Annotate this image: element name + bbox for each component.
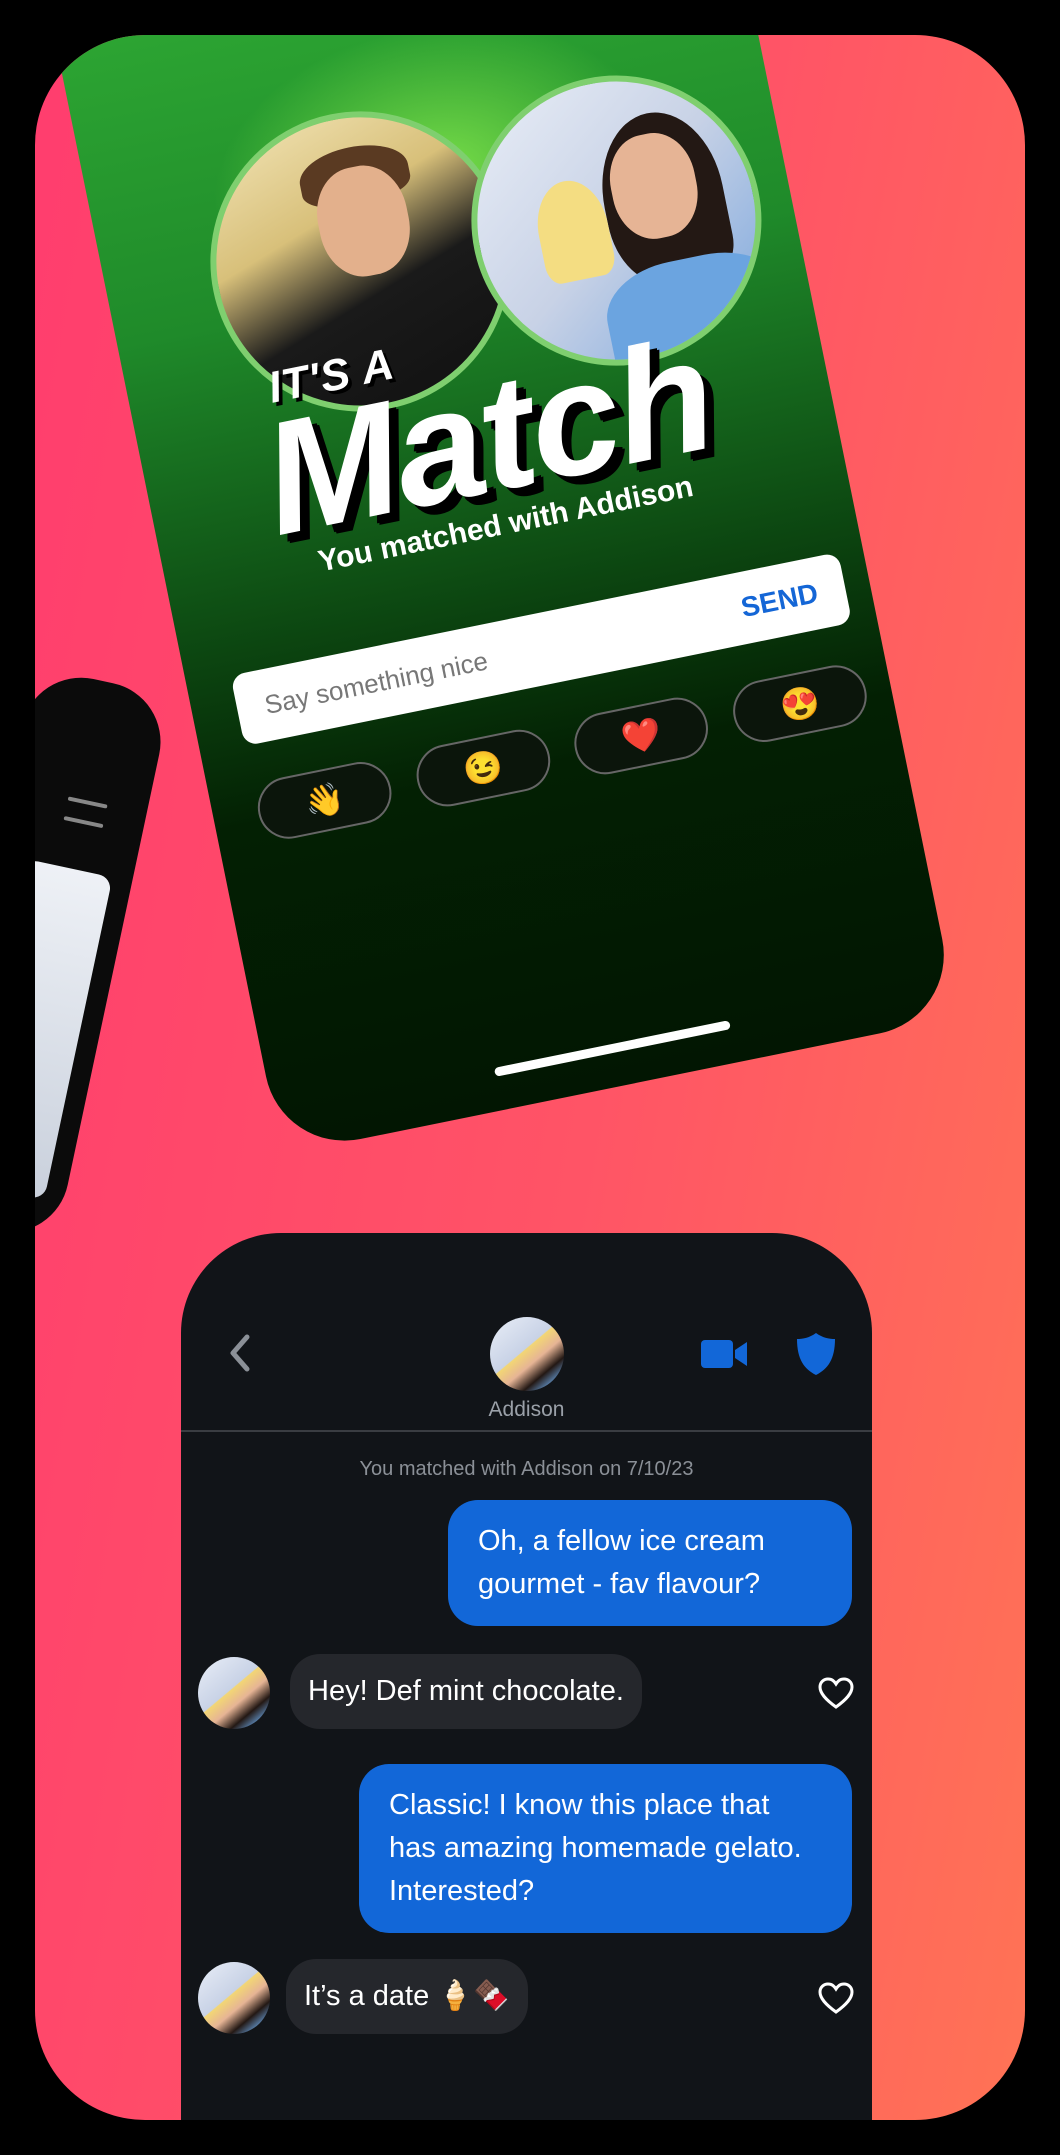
message-outgoing: Oh, a fellow ice cream gourmet - fav fla… bbox=[448, 1500, 852, 1626]
safety-shield-icon[interactable] bbox=[795, 1331, 837, 1377]
message-outgoing: Classic! I know this place that has amaz… bbox=[359, 1764, 852, 1933]
reaction-heart-button[interactable]: ❤️ bbox=[569, 692, 714, 780]
chat-screen: Addison You matched with Addison on 7/10… bbox=[181, 1233, 872, 2120]
match-date-notice: You matched with Addison on 7/10/23 bbox=[359, 1458, 694, 1480]
like-heart-icon[interactable] bbox=[817, 1981, 855, 2015]
chat-header-name: Addison bbox=[488, 1398, 565, 1421]
reaction-wink-button[interactable]: 😉 bbox=[410, 724, 556, 812]
promo-background: IT'S A Match You matched with Addison Sa… bbox=[35, 35, 1025, 2120]
home-indicator[interactable] bbox=[493, 1020, 731, 1077]
reaction-wave-button[interactable]: 👋 bbox=[252, 756, 397, 845]
reaction-heart-eyes-button[interactable]: 😍 bbox=[727, 659, 873, 748]
match-screen: IT'S A Match You matched with Addison Sa… bbox=[35, 35, 959, 1155]
slider-icon bbox=[63, 815, 104, 829]
message-placeholder: Say something nice bbox=[261, 644, 491, 720]
slider-icon bbox=[67, 796, 108, 809]
header-divider bbox=[181, 1430, 872, 1432]
partial-phone-left bbox=[35, 666, 172, 1244]
like-heart-icon[interactable] bbox=[817, 1676, 855, 1710]
video-call-icon[interactable] bbox=[701, 1338, 749, 1370]
partial-screen bbox=[35, 858, 113, 1201]
sender-avatar[interactable] bbox=[198, 1657, 270, 1729]
message-incoming: It’s a date 🍦🍫 bbox=[286, 1959, 528, 2034]
send-button[interactable]: SEND bbox=[738, 577, 821, 624]
match-avatar[interactable] bbox=[490, 1317, 564, 1391]
back-chevron-icon[interactable] bbox=[225, 1333, 255, 1373]
sender-avatar[interactable] bbox=[198, 1962, 270, 2034]
message-incoming: Hey! Def mint chocolate. bbox=[290, 1654, 642, 1729]
